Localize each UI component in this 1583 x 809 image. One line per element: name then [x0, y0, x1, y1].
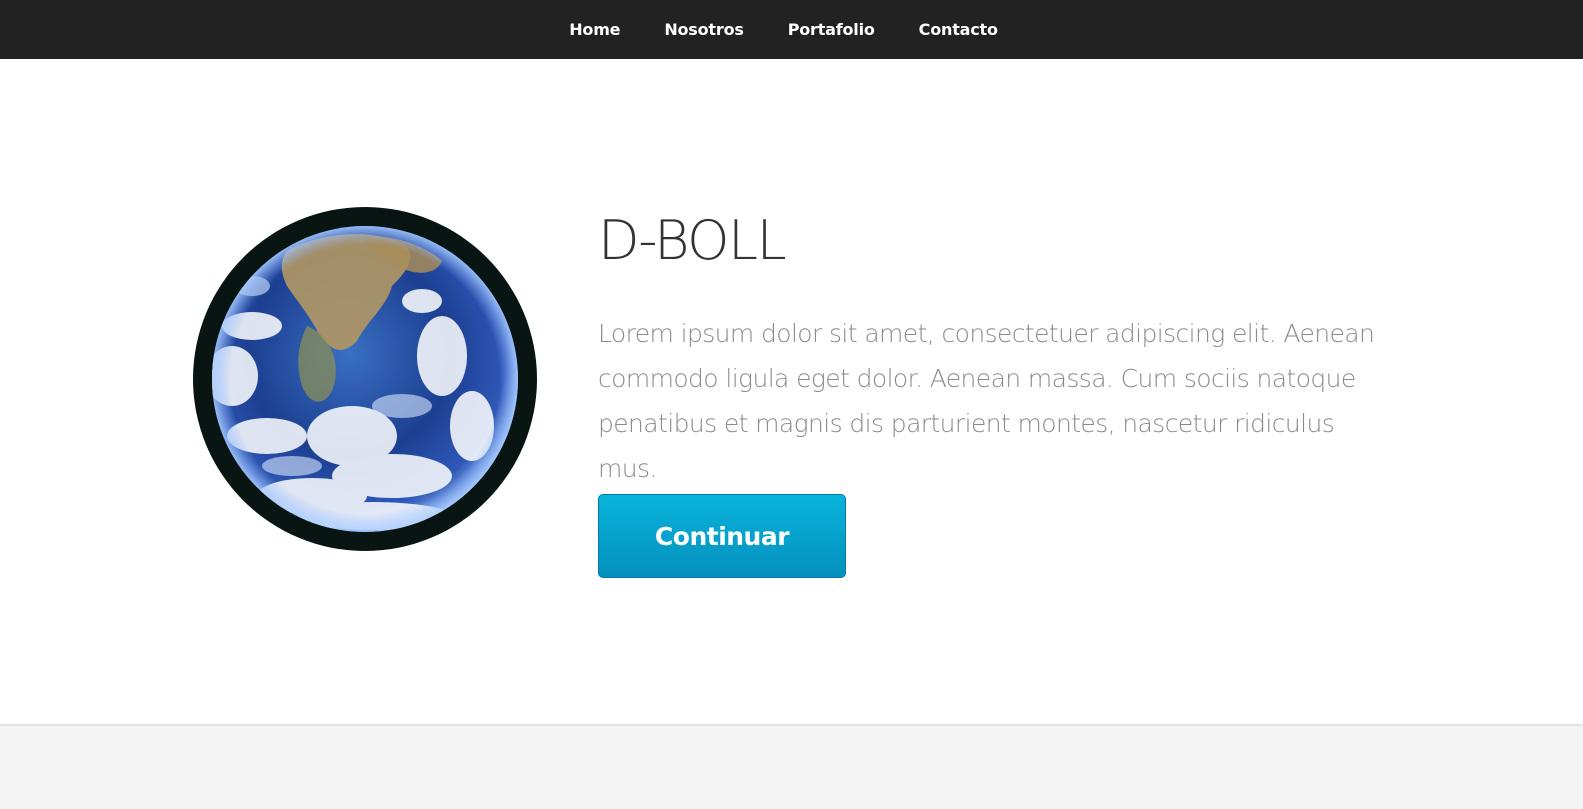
hero-section: D-BOLL Lorem ipsum dolor sit amet, conse…	[0, 59, 1583, 724]
top-navbar: Home Nosotros Portafolio Contacto	[0, 0, 1583, 59]
page-title: D-BOLL	[598, 209, 787, 272]
footer-band	[0, 724, 1583, 809]
nav-item-home[interactable]: Home	[547, 20, 642, 39]
earth-globe-image	[192, 206, 538, 552]
nav-item-contacto[interactable]: Contacto	[897, 20, 1020, 39]
hero-description: Lorem ipsum dolor sit amet, consectetuer…	[598, 319, 1375, 483]
nav-item-portafolio[interactable]: Portafolio	[766, 20, 897, 39]
nav-menu: Home Nosotros Portafolio Contacto	[0, 0, 1575, 59]
continuar-button[interactable]: Continuar	[598, 494, 846, 578]
nav-item-nosotros[interactable]: Nosotros	[642, 20, 765, 39]
